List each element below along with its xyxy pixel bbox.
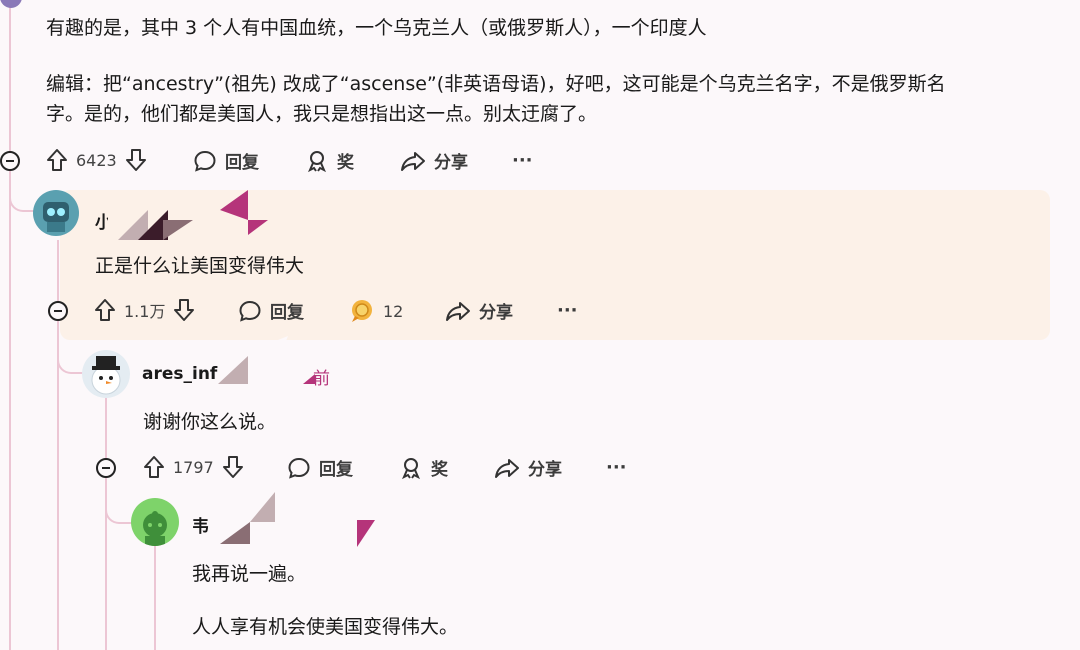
award-label: 奖 [337, 153, 354, 173]
downvote-icon[interactable] [125, 148, 147, 172]
vote-group: 6423 [46, 148, 147, 172]
avatar[interactable] [82, 350, 130, 398]
vote-count: 1797 [173, 457, 214, 477]
redaction-overlay [220, 492, 375, 547]
share-icon [494, 456, 520, 480]
downvote-icon[interactable] [222, 455, 244, 479]
avatar[interactable] [33, 190, 79, 236]
gold-award-icon [349, 298, 375, 324]
comment-body: 谢谢你这么说。 [143, 411, 277, 433]
comment-edit-line: 编辑：把“ancestry”(祖先) 改成了“ascense”(非英语母语)，好… [46, 73, 946, 95]
collapse-button[interactable] [96, 458, 116, 478]
reply-button[interactable]: 回复 [287, 455, 353, 480]
comment-body: 有趣的是，其中 3 个人有中国血统，一个乌克兰人（或俄罗斯人），一个印度人 [46, 17, 707, 39]
reply-label: 回复 [225, 153, 259, 173]
award-icon [305, 149, 329, 173]
comment-icon [287, 456, 311, 480]
redaction-overlay [108, 190, 268, 240]
share-label: 分享 [528, 460, 562, 480]
share-button[interactable]: 分享 [445, 298, 513, 323]
comment-body-line: 人人享有机会使美国变得伟大。 [192, 616, 459, 638]
upvote-icon[interactable] [143, 455, 165, 479]
vote-count: 1.1万 [124, 302, 166, 321]
downvote-icon[interactable] [173, 298, 195, 322]
vote-count: 6423 [76, 150, 117, 170]
award-button[interactable]: 奖 [305, 148, 354, 173]
timestamp: 前 [313, 369, 330, 389]
comment-body-line: 我再说一遍。 [192, 563, 307, 585]
share-button[interactable]: 分享 [494, 455, 562, 480]
comment-icon [193, 149, 217, 173]
share-button[interactable]: 分享 [400, 148, 468, 173]
avatar[interactable] [0, 0, 22, 8]
comment-body: 正是什么让美国变得伟大 [95, 255, 305, 277]
share-icon [400, 149, 426, 173]
share-icon [445, 299, 471, 323]
more-options-icon[interactable]: ··· [512, 150, 533, 171]
more-options-icon[interactable]: ··· [557, 300, 578, 321]
reply-label: 回复 [319, 460, 353, 480]
reply-label: 回复 [270, 303, 304, 323]
redaction-overlay [218, 336, 315, 384]
share-label: 分享 [479, 303, 513, 323]
award-button[interactable]: 奖 [399, 455, 448, 480]
award-label: 奖 [431, 460, 448, 480]
upvote-icon[interactable] [94, 298, 116, 322]
upvote-icon[interactable] [46, 148, 68, 172]
avatar[interactable] [131, 498, 179, 546]
thread-line [105, 395, 107, 650]
comment-icon [238, 299, 262, 323]
collapse-button[interactable] [48, 301, 68, 321]
share-label: 分享 [434, 153, 468, 173]
more-options-icon[interactable]: ··· [606, 457, 627, 478]
comment-edit-line: 字。是的，他们都是美国人，我只是想指出这一点。别太迂腐了。 [46, 103, 598, 125]
thread-line [9, 0, 11, 650]
award-icon [399, 456, 423, 480]
award-count: 12 [383, 301, 404, 321]
thread-branch [105, 480, 134, 524]
reply-button[interactable]: 回复 [193, 148, 259, 173]
username[interactable]: ares_inf [142, 364, 217, 384]
reply-button[interactable]: 回复 [238, 298, 304, 323]
vote-group: 1.1万 [94, 298, 195, 322]
collapse-button[interactable] [0, 151, 20, 171]
award-button[interactable]: 12 [349, 298, 403, 324]
thread-line [154, 545, 156, 650]
vote-group: 1797 [143, 455, 244, 479]
